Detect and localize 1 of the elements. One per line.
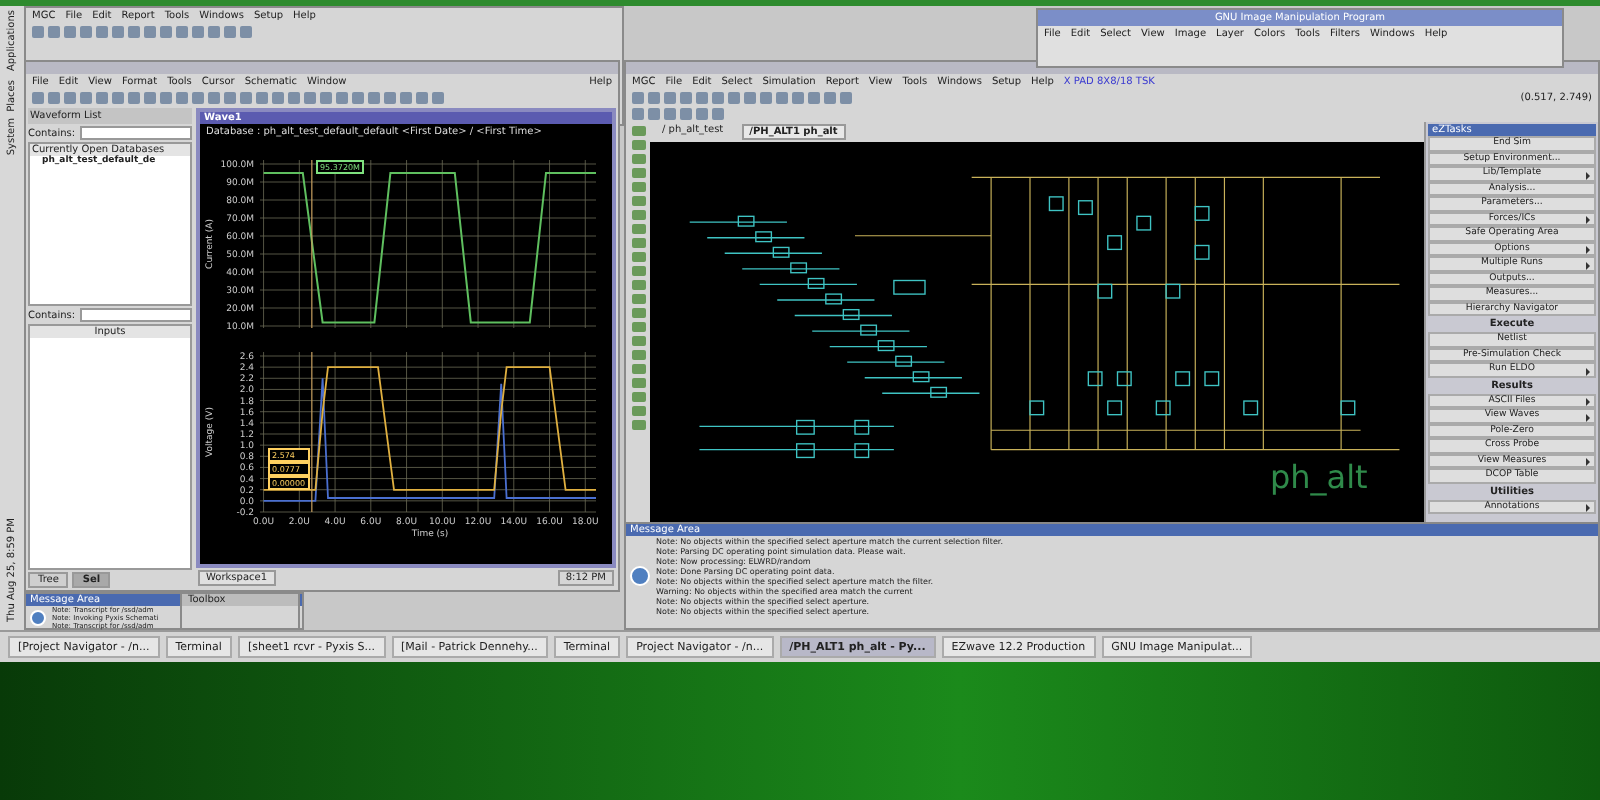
schematic-label: ph_alt xyxy=(1270,458,1368,496)
